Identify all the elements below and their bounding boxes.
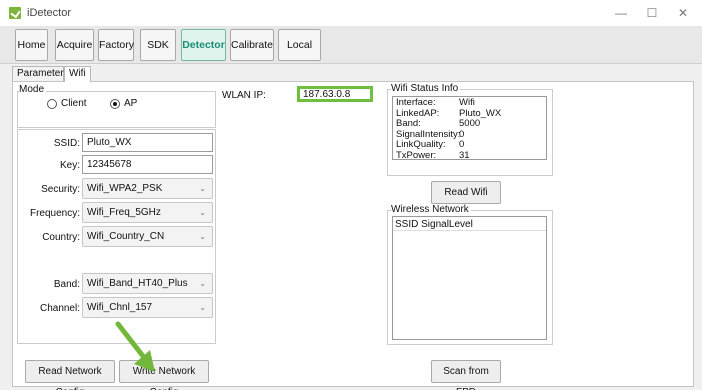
scan-from-fpd-button[interactable]: Scan from FPD: [431, 360, 501, 390]
pointer-arrow-icon: [115, 321, 155, 372]
mode-group: [17, 91, 216, 128]
band-label: Band:: [53, 279, 80, 290]
chevron-down-icon: ⌄: [199, 184, 206, 193]
channel-select[interactable]: Wifi_Chnl_157 ⌄: [82, 297, 213, 318]
status-key-txpower: TxPower:: [396, 149, 437, 161]
status-key-interface: Interface:: [396, 97, 436, 108]
ssid-input[interactable]: Pluto_WX: [82, 133, 213, 152]
acquire-button[interactable]: Acquire: [55, 29, 94, 61]
chevron-down-icon: ⌄: [199, 279, 206, 288]
calibrate-button[interactable]: Calibrate: [230, 29, 274, 61]
local-file-button[interactable]: Local File: [278, 29, 321, 81]
client-radio[interactable]: [47, 99, 57, 109]
close-button[interactable]: ✕: [669, 4, 697, 22]
app-logo-icon: [9, 7, 21, 19]
security-value: Wifi_WPA2_PSK: [87, 183, 163, 194]
status-value-linkquality: 0: [459, 139, 465, 150]
status-value-txpower: 31: [459, 149, 470, 161]
minimize-button[interactable]: —: [607, 4, 635, 22]
security-select[interactable]: Wifi_WPA2_PSK ⌄: [82, 178, 213, 199]
band-select[interactable]: Wifi_Band_HT40_Plus ⌄: [82, 273, 213, 294]
title-bar: [0, 0, 702, 26]
status-value-band: 5000: [459, 118, 481, 129]
sdk-button[interactable]: SDK: [140, 29, 176, 61]
chevron-down-icon: ⌄: [199, 303, 206, 312]
mode-legend: Mode: [19, 84, 47, 95]
key-input[interactable]: 12345678: [82, 155, 213, 174]
security-label: Security:: [41, 184, 80, 195]
status-key-band: Band:: [396, 118, 421, 129]
country-label: Country:: [42, 232, 80, 243]
channel-value: Wifi_Chnl_157: [87, 302, 153, 313]
wireless-list-header: SSID SignalLevel: [395, 219, 473, 230]
home-button[interactable]: Home: [15, 29, 48, 61]
chevron-down-icon: ⌄: [199, 232, 206, 241]
wifi-status-legend: Wifi Status Info: [391, 83, 461, 94]
maximize-button[interactable]: ☐: [638, 4, 666, 22]
chevron-down-icon: ⌄: [199, 208, 206, 217]
key-label: Key:: [59, 160, 80, 171]
window-title: iDetector: [27, 7, 72, 19]
status-value-interface: Wifi: [459, 97, 475, 108]
ap-radio[interactable]: [110, 99, 120, 109]
wlan-ip-field[interactable]: 187.63.0.8: [297, 86, 373, 102]
detector-button[interactable]: Detector: [181, 29, 226, 61]
wlan-ip-label: WLAN IP:: [222, 90, 266, 101]
frequency-value: Wifi_Freq_5GHz: [87, 207, 161, 218]
frequency-label: Frequency:: [29, 208, 80, 219]
wireless-network-legend: Wireless Network: [391, 204, 471, 215]
band-value: Wifi_Band_HT40_Plus: [87, 278, 188, 289]
read-network-config-button[interactable]: Read Network Config: [25, 360, 115, 390]
country-select[interactable]: Wifi_Country_CN ⌄: [82, 226, 213, 247]
ssid-label: SSID:: [53, 138, 80, 149]
frequency-select[interactable]: Wifi_Freq_5GHz ⌄: [82, 202, 213, 223]
channel-label: Channel:: [39, 303, 80, 314]
wireless-network-list[interactable]: [392, 216, 547, 340]
tab-parameters[interactable]: Parameters: [12, 66, 69, 82]
read-wifi-status-button[interactable]: Read Wifi Status: [431, 181, 501, 219]
wireless-list-divider: [393, 230, 546, 231]
client-label: Client: [61, 98, 87, 109]
status-key-linkquality: LinkQuality:: [396, 139, 446, 150]
tab-wifi[interactable]: Wifi: [64, 66, 91, 82]
factory-button[interactable]: Factory: [98, 29, 134, 61]
ap-label: AP: [124, 98, 138, 109]
country-value: Wifi_Country_CN: [87, 231, 165, 242]
